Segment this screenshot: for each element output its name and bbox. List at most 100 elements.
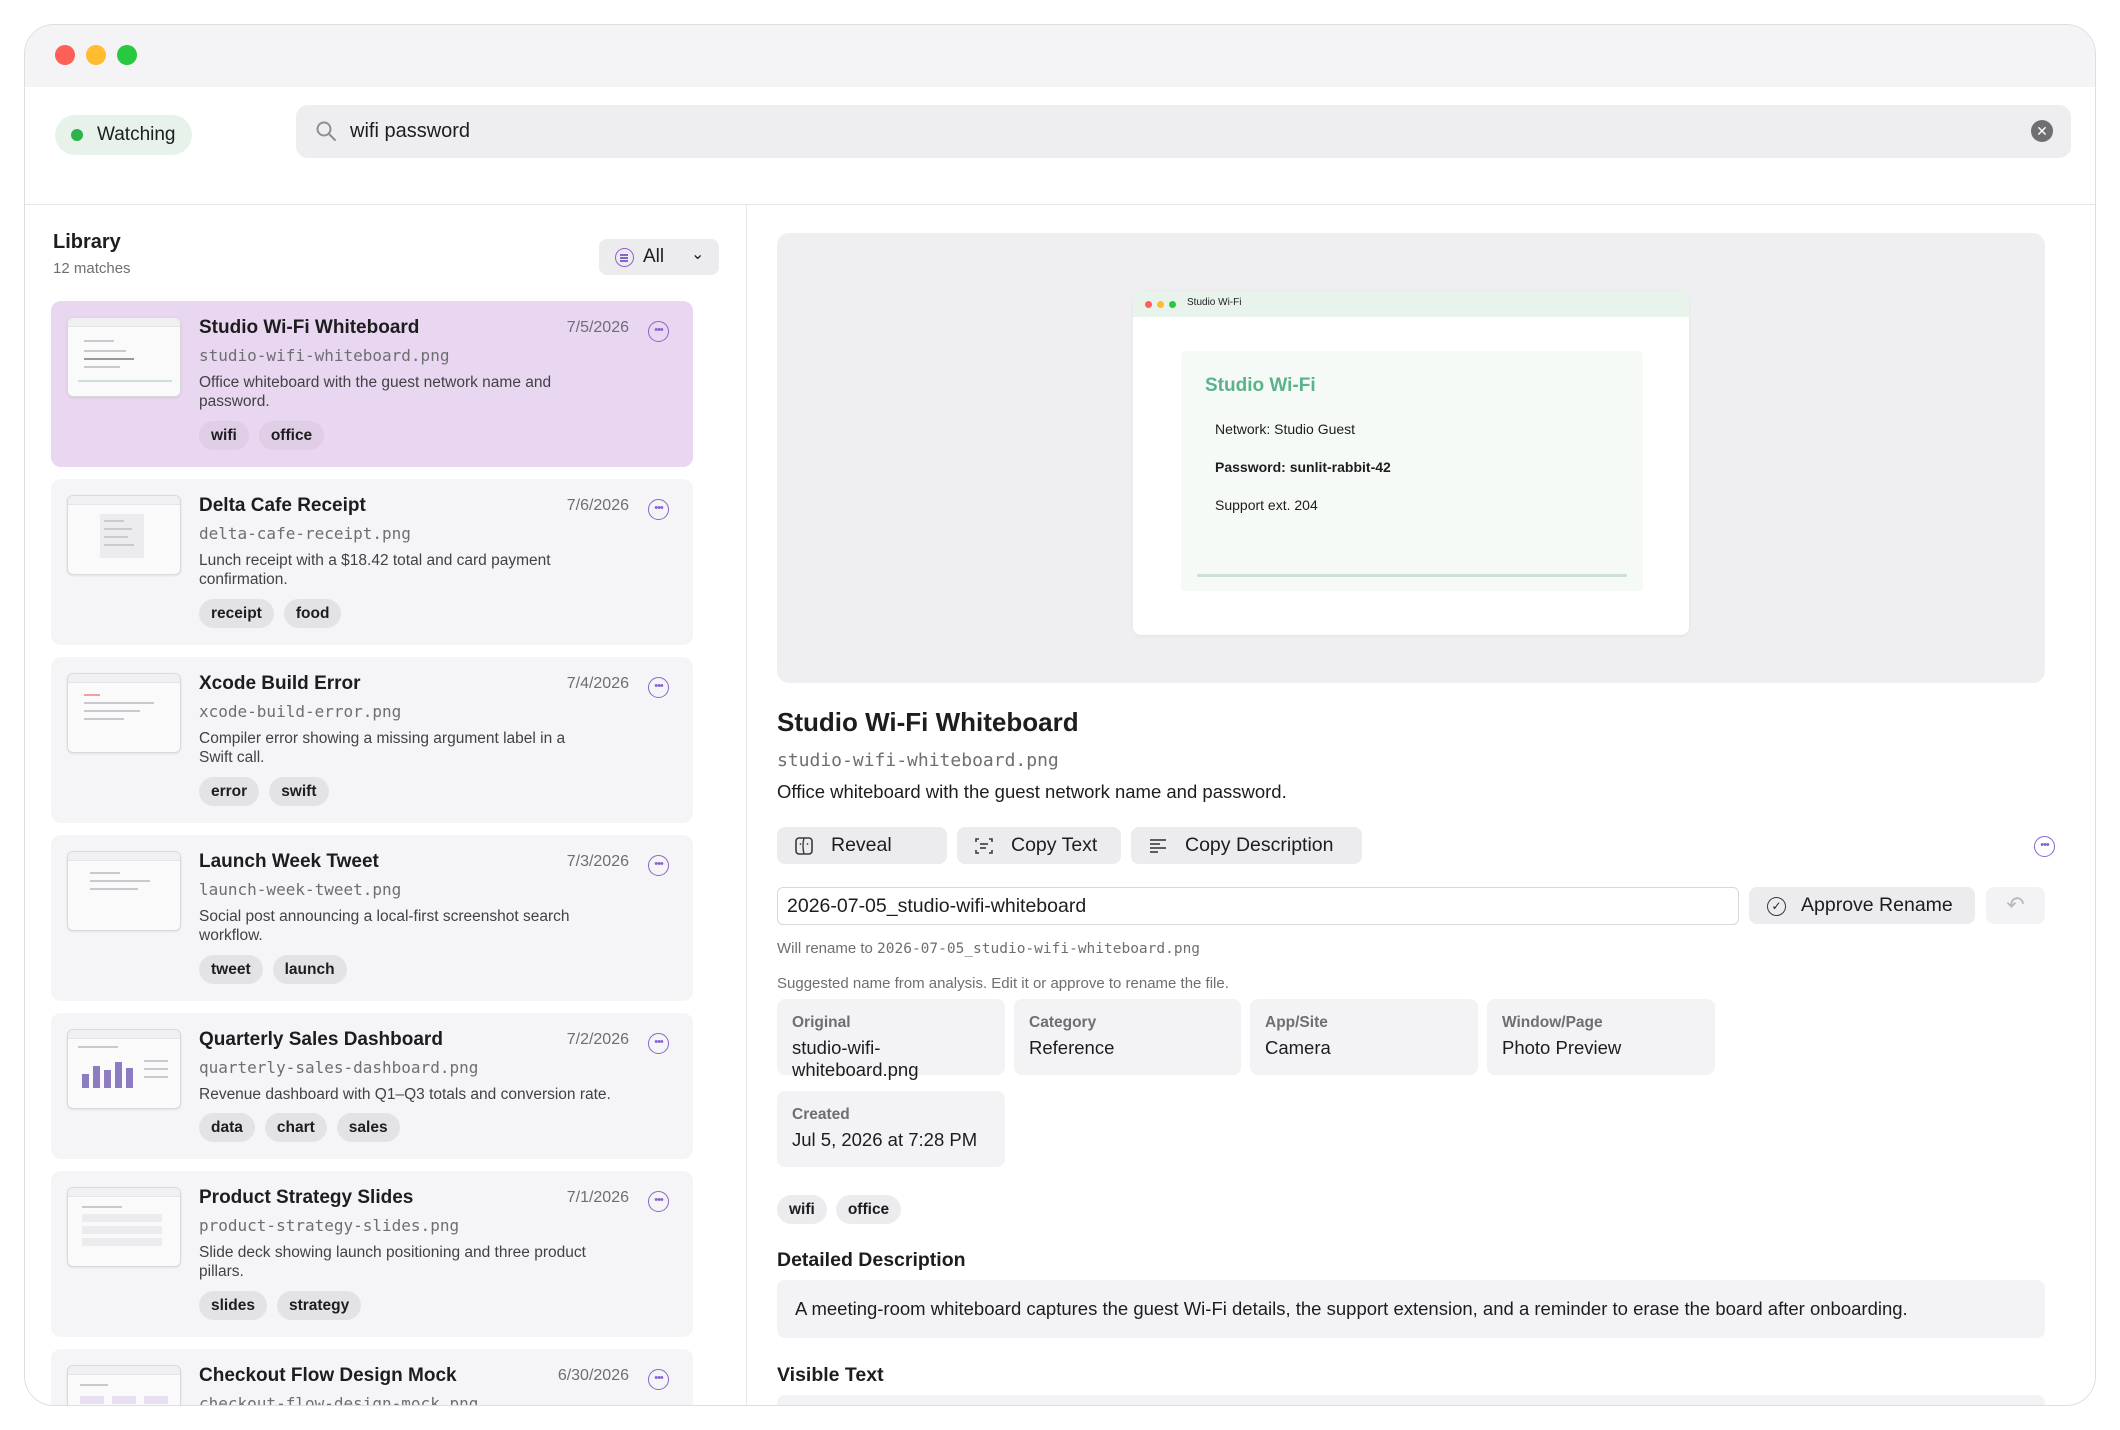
- preview-password-line: Password: sunlit-rabbit-42: [1215, 459, 1391, 475]
- item-date: 7/6/2026: [566, 497, 629, 514]
- more-options-icon[interactable]: •••: [648, 1369, 669, 1390]
- undo-arrow-icon: ↶: [2006, 892, 2025, 917]
- list-item[interactable]: Xcode Build Error 7/4/2026 ••• xcode-bui…: [51, 657, 693, 823]
- meta-value: Reference: [1029, 1037, 1115, 1058]
- minimize-window-button[interactable]: [86, 45, 106, 65]
- tag[interactable]: receipt: [199, 599, 274, 628]
- tag[interactable]: tweet: [199, 955, 263, 984]
- item-description: Office whiteboard with the guest network…: [199, 374, 552, 410]
- list-item[interactable]: Launch Week Tweet 7/3/2026 ••• launch-we…: [51, 835, 693, 1001]
- list-item[interactable]: Quarterly Sales Dashboard 7/2/2026 ••• q…: [51, 1013, 693, 1159]
- library-sidebar: Library 12 matches All ⌄ Studio Wi-Fi Wh…: [25, 205, 747, 1405]
- thumbnail: [67, 1187, 181, 1267]
- meta-category: Category Reference: [1014, 999, 1241, 1075]
- title-bar: [25, 25, 2095, 87]
- more-options-icon[interactable]: •••: [648, 1033, 669, 1054]
- item-title: Xcode Build Error: [199, 673, 361, 694]
- item-tags: error swift: [199, 777, 329, 806]
- item-title: Launch Week Tweet: [199, 851, 379, 872]
- approve-rename-button[interactable]: ✓ Approve Rename: [1749, 887, 1975, 924]
- item-title: Studio Wi-Fi Whiteboard: [199, 317, 420, 338]
- more-options-icon[interactable]: •••: [648, 321, 669, 342]
- more-options-icon[interactable]: •••: [648, 1191, 669, 1212]
- detail-filename: studio-wifi-whiteboard.png: [777, 750, 1059, 771]
- preview-heading: Studio Wi-Fi: [1205, 375, 1316, 396]
- tag[interactable]: office: [835, 1195, 902, 1224]
- thumbnail: [67, 673, 181, 753]
- image-preview[interactable]: Studio Wi-Fi Studio Wi-Fi Network: Studi…: [777, 233, 2045, 683]
- more-options-icon[interactable]: •••: [648, 499, 669, 520]
- item-filename: checkout-flow-design-mock.png: [199, 1394, 479, 1406]
- chevron-down-icon: ⌄: [691, 246, 705, 263]
- item-title: Checkout Flow Design Mock: [199, 1365, 457, 1386]
- tag[interactable]: slides: [199, 1291, 267, 1320]
- magnifier-icon: [316, 121, 336, 141]
- tag[interactable]: chart: [264, 1113, 327, 1142]
- item-date: 7/3/2026: [566, 853, 629, 870]
- undo-rename-button[interactable]: ↶: [1986, 887, 2045, 924]
- tag[interactable]: wifi: [777, 1195, 827, 1224]
- list-item[interactable]: Checkout Flow Design Mock 6/30/2026 ••• …: [51, 1349, 693, 1406]
- item-filename: studio-wifi-whiteboard.png: [199, 346, 450, 365]
- detailed-description-text: A meeting-room whiteboard captures the g…: [777, 1280, 2045, 1338]
- copy-text-button[interactable]: Copy Text: [957, 827, 1121, 864]
- finder-icon: [795, 837, 813, 855]
- meta-label: Created: [792, 1106, 850, 1123]
- thumbnail: [67, 317, 181, 397]
- item-tags: slides strategy: [199, 1291, 362, 1320]
- item-filename: product-strategy-slides.png: [199, 1216, 460, 1235]
- list-item[interactable]: Product Strategy Slides 7/1/2026 ••• pro…: [51, 1171, 693, 1337]
- item-title: Delta Cafe Receipt: [199, 495, 366, 516]
- thumbnail: [67, 1365, 181, 1405]
- text-scan-icon: [975, 838, 993, 854]
- item-tags: wifi office: [199, 421, 325, 450]
- list-item[interactable]: Delta Cafe Receipt 7/6/2026 ••• delta-ca…: [51, 479, 693, 645]
- meta-original: Original studio-wifi-whiteboard.png: [777, 999, 1005, 1080]
- tag[interactable]: food: [283, 599, 342, 628]
- more-options-icon[interactable]: •••: [648, 855, 669, 876]
- more-options-icon[interactable]: •••: [648, 677, 669, 698]
- zoom-window-button[interactable]: [117, 45, 137, 65]
- tag[interactable]: launch: [272, 955, 347, 984]
- status-dot-icon: [71, 129, 83, 141]
- copy-description-button[interactable]: Copy Description: [1131, 827, 1362, 864]
- toolbar: Watching ✕: [25, 87, 2095, 205]
- item-filename: launch-week-tweet.png: [199, 880, 402, 899]
- item-date: 6/30/2026: [557, 1367, 629, 1384]
- detail-description: Office whiteboard with the guest network…: [777, 781, 1287, 802]
- tag[interactable]: data: [199, 1113, 255, 1142]
- reveal-button[interactable]: Reveal: [777, 827, 947, 864]
- search-bar: ✕: [296, 105, 2071, 158]
- item-title: Product Strategy Slides: [199, 1187, 414, 1208]
- detail-title: Studio Wi-Fi Whiteboard: [777, 707, 1079, 737]
- filter-dropdown[interactable]: All ⌄: [599, 239, 719, 275]
- watching-status-badge[interactable]: Watching: [55, 115, 192, 155]
- list-item[interactable]: Studio Wi-Fi Whiteboard 7/5/2026 ••• stu…: [51, 301, 693, 467]
- search-input[interactable]: [350, 105, 1990, 158]
- preview-whiteboard: Studio Wi-Fi Network: Studio Guest Passw…: [1181, 351, 1643, 591]
- close-window-button[interactable]: [55, 45, 75, 65]
- preview-support-line: Support ext. 204: [1215, 497, 1318, 513]
- item-description: Social post announcing a local-first scr…: [199, 908, 570, 944]
- rename-input[interactable]: [777, 887, 1739, 925]
- thumbnail: [67, 1029, 181, 1109]
- visible-text-box: [777, 1395, 2045, 1405]
- tag[interactable]: wifi: [199, 421, 249, 450]
- preview-window-title: Studio Wi-Fi: [1187, 297, 1242, 308]
- visible-text-heading: Visible Text: [777, 1364, 884, 1386]
- tag[interactable]: office: [258, 421, 325, 450]
- item-date: 7/5/2026: [566, 319, 629, 336]
- text-align-icon: [1150, 839, 1166, 853]
- more-options-icon[interactable]: •••: [2034, 836, 2055, 857]
- tag[interactable]: sales: [336, 1113, 400, 1142]
- tag[interactable]: strategy: [276, 1291, 362, 1320]
- screenshot-list: Studio Wi-Fi Whiteboard 7/5/2026 ••• stu…: [51, 301, 693, 1406]
- meta-value: Jul 5, 2026 at 7:28 PM: [792, 1129, 978, 1150]
- detailed-description-heading: Detailed Description: [777, 1249, 966, 1271]
- tag[interactable]: swift: [269, 777, 329, 806]
- detail-pane: Studio Wi-Fi Studio Wi-Fi Network: Studi…: [748, 205, 2095, 1405]
- clear-search-icon[interactable]: ✕: [2031, 120, 2053, 142]
- meta-value: Camera: [1265, 1037, 1331, 1058]
- tag[interactable]: error: [199, 777, 260, 806]
- watching-label: Watching: [97, 124, 176, 145]
